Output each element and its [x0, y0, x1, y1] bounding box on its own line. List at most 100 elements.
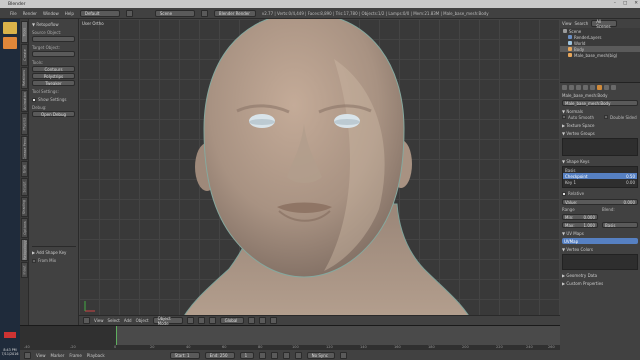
relative-checkbox[interactable]: Relative	[562, 191, 638, 196]
render-preview-button[interactable]	[269, 317, 277, 324]
tab-animation[interactable]: Animation	[21, 90, 28, 112]
menu-file[interactable]: File	[10, 11, 17, 16]
tab-relations[interactable]: Relations	[21, 67, 28, 89]
range-min-field[interactable]: Min: 0.000	[562, 214, 598, 220]
menu-window[interactable]: Window	[43, 11, 59, 16]
shape-value-field[interactable]: Value: 0.000	[562, 199, 638, 205]
vertex-groups-panel-header[interactable]: ▼ Vertex Groups	[562, 130, 638, 136]
open-debug-button[interactable]: Open Debug	[32, 111, 75, 117]
uv-map-row[interactable]: UVMap	[562, 238, 638, 244]
tab-grab[interactable]: Grab	[21, 161, 28, 177]
3d-viewport[interactable]: User Ortho	[79, 19, 560, 325]
relative-key-field[interactable]: Basis	[602, 222, 638, 228]
custom-properties-panel-header[interactable]: ▶ Custom Properties	[562, 280, 638, 286]
from-mix-checkbox[interactable]: From Mix	[32, 258, 76, 263]
modifiers-tab-icon[interactable]	[590, 85, 595, 90]
current-frame-marker[interactable]	[116, 326, 117, 345]
shape-key-value[interactable]: 0.50	[626, 174, 635, 179]
uv-maps-panel-header[interactable]: ▼ UV Maps	[562, 230, 638, 236]
head-model[interactable]	[79, 19, 560, 325]
vertex-colors-list[interactable]	[562, 254, 638, 270]
add-layout-button[interactable]	[125, 9, 133, 17]
menu-select[interactable]: Select	[108, 318, 120, 323]
shape-keys-panel-header[interactable]: ▼ Shape Keys	[562, 158, 638, 164]
jump-end-icon[interactable]	[294, 351, 302, 359]
timeline-menu-playback[interactable]: Playback	[87, 353, 105, 358]
object-tab-icon[interactable]	[583, 85, 588, 90]
timeline-menu-frame[interactable]: Frame	[69, 353, 81, 358]
contours-button[interactable]: Contours	[32, 66, 75, 72]
menu-view[interactable]: View	[94, 318, 104, 323]
tab-tools[interactable]: Tools	[21, 21, 28, 43]
world-tab-icon[interactable]	[576, 85, 581, 90]
timeline-menu-marker[interactable]: Marker	[51, 353, 65, 358]
record-icon[interactable]	[4, 332, 16, 338]
outliner-item[interactable]: Male_base_mesh(big)	[560, 52, 640, 58]
blender-app-icon[interactable]	[3, 37, 17, 49]
tab-inout[interactable]: Inout	[21, 262, 28, 278]
maximize-icon[interactable]: □	[623, 1, 627, 6]
texture-space-panel-header[interactable]: ▶ Texture Space	[562, 122, 638, 128]
material-tab-icon[interactable]	[604, 85, 609, 90]
layers-button[interactable]	[247, 317, 255, 324]
mode-selector[interactable]: Object Mode	[152, 316, 183, 326]
minimize-icon[interactable]: –	[614, 1, 616, 6]
shape-key-row[interactable]: Key 1 0.00	[563, 179, 637, 185]
layout-selector[interactable]: Default	[79, 9, 120, 17]
close-icon[interactable]: ✕	[634, 1, 638, 6]
geometry-data-panel-header[interactable]: ▶ Geometry Data	[562, 272, 638, 278]
timeline[interactable]: -40 -20 0 20 40 60 80 100 120 140 160 18…	[20, 325, 560, 350]
current-frame-field[interactable]: 1	[239, 351, 254, 359]
manipulator-button[interactable]	[208, 317, 216, 324]
texture-tab-icon[interactable]	[611, 85, 616, 90]
vertex-groups-list[interactable]	[562, 138, 638, 156]
vertex-colors-panel-header[interactable]: ▼ Vertex Colors	[562, 246, 638, 252]
operator-panel-header[interactable]: ▶ Add Shape Key	[32, 250, 76, 255]
menu-render[interactable]: Render	[23, 11, 37, 16]
snap-button[interactable]	[258, 317, 266, 324]
timeline-menu-view[interactable]: View	[36, 353, 46, 358]
shape-key-value[interactable]: 0.00	[626, 180, 635, 185]
play-icon[interactable]	[282, 351, 290, 359]
outliner-menu-view[interactable]: View	[562, 21, 572, 26]
end-frame-field[interactable]: End: 250	[204, 351, 235, 359]
autokey-record-icon[interactable]	[339, 351, 347, 359]
pivot-button[interactable]	[197, 317, 205, 324]
tab-physics[interactable]: Physics	[21, 113, 28, 135]
polystrips-button[interactable]: Polystrips	[32, 73, 75, 79]
render-tab-icon[interactable]	[562, 85, 567, 90]
range-max-field[interactable]: Max: 1.000	[562, 222, 598, 228]
scene-tab-icon[interactable]	[569, 85, 574, 90]
menu-add[interactable]: Add	[124, 318, 132, 323]
editor-type-button[interactable]	[83, 317, 90, 324]
outliner-display-mode[interactable]: All Scenes	[591, 19, 618, 29]
tab-retopology[interactable]: Retopology	[21, 239, 28, 261]
double-sided-checkbox[interactable]: Double Sided	[604, 115, 637, 120]
tab-options[interactable]: Options	[21, 218, 28, 238]
menu-help[interactable]: Help	[65, 11, 74, 16]
jump-start-icon[interactable]	[258, 351, 266, 359]
tab-shading[interactable]: Shading	[21, 197, 28, 217]
mesh-data-tab-icon[interactable]	[597, 85, 602, 90]
tab-create[interactable]: Create	[21, 44, 28, 66]
tab-grease-pencil[interactable]: Grease Pencil	[21, 136, 28, 160]
source-object-field[interactable]	[32, 36, 75, 42]
shape-keys-list[interactable]: Basis Checkpoint 0.50 Key 1 0.00	[562, 166, 638, 188]
orientation-selector[interactable]: Global	[219, 317, 244, 324]
shading-button[interactable]	[186, 317, 194, 324]
auto-smooth-checkbox[interactable]: Auto Smooth	[562, 115, 594, 120]
render-engine-selector[interactable]: Blender Render	[213, 9, 256, 17]
play-reverse-icon[interactable]	[270, 351, 278, 359]
sync-selector[interactable]: No Sync	[306, 351, 335, 359]
tab-sculpt[interactable]: Sculpt	[21, 178, 28, 196]
add-scene-button[interactable]	[200, 9, 208, 17]
show-settings-checkbox[interactable]: Show Settings	[32, 97, 75, 102]
outliner-menu-search[interactable]: Search	[575, 21, 589, 26]
tweaker-button[interactable]: Tweaker	[32, 80, 75, 86]
menu-object[interactable]: Object	[136, 318, 149, 323]
target-object-field[interactable]	[32, 51, 75, 57]
retopoflow-panel-header[interactable]: ▼ Retopoflow	[32, 22, 75, 27]
mesh-name-field[interactable]: Male_base_mesh:Body	[562, 100, 638, 106]
timeline-editor-type-button[interactable]	[24, 351, 31, 359]
start-frame-field[interactable]: Start: 1	[169, 351, 200, 359]
